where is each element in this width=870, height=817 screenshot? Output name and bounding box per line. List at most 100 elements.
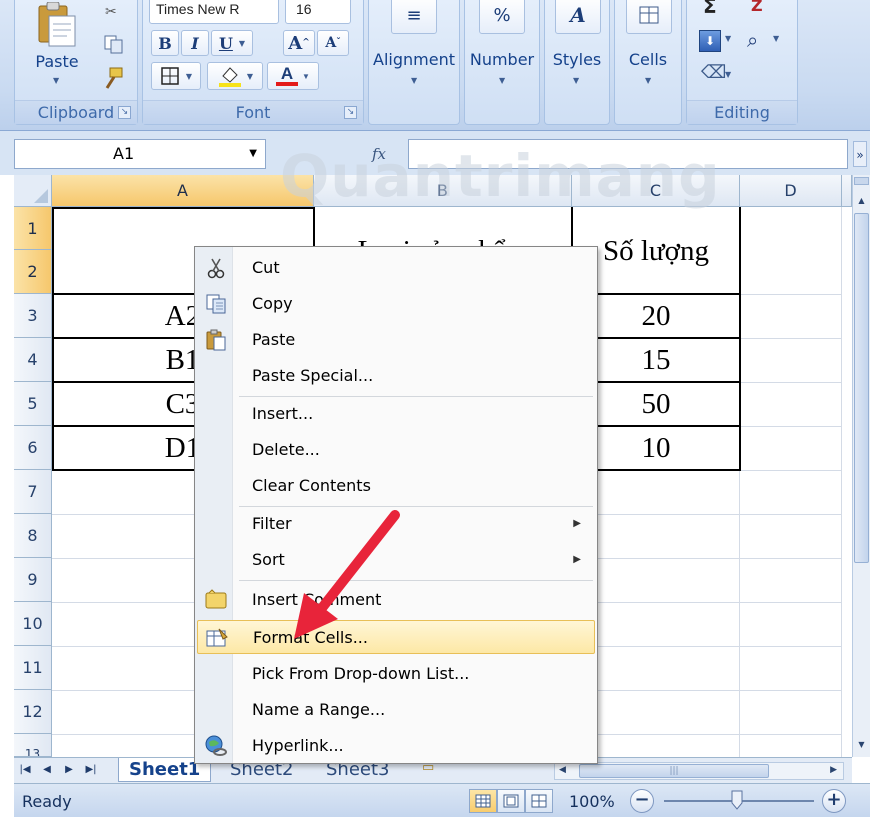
menu-item-clear-contents[interactable]: Clear Contents: [197, 469, 595, 503]
vertical-scroll-thumb[interactable]: [854, 213, 869, 563]
menu-separator: [239, 580, 593, 581]
find-dropdown-icon[interactable]: ▼: [773, 34, 779, 43]
scroll-down-icon[interactable]: ▼: [854, 737, 869, 753]
row-header-1[interactable]: 1: [14, 207, 52, 250]
column-header-b[interactable]: B: [314, 175, 572, 207]
select-all-corner[interactable]: [14, 175, 52, 207]
row-header-6[interactable]: 6: [14, 426, 52, 470]
last-sheet-icon[interactable]: ▶|: [82, 761, 100, 779]
page-break-view-button[interactable]: [525, 789, 553, 813]
fill-color-button[interactable]: ▼: [207, 62, 263, 90]
menu-item-name-a-range[interactable]: Name a Range...: [197, 693, 595, 727]
font-dialog-launcher[interactable]: ↘: [344, 106, 357, 119]
first-sheet-icon[interactable]: |◀: [16, 761, 34, 779]
scroll-right-icon[interactable]: ▶: [830, 765, 837, 775]
clear-dropdown-icon[interactable]: ▼: [725, 70, 731, 79]
row-header-10[interactable]: 10: [14, 602, 52, 646]
alignment-group[interactable]: ≡ Alignment ▼: [368, 0, 460, 125]
row-header-7[interactable]: 7: [14, 470, 52, 514]
row-header-2[interactable]: 2: [14, 250, 52, 294]
cells-group[interactable]: Cells ▼: [614, 0, 682, 125]
expand-formula-bar-icon[interactable]: »: [853, 141, 867, 167]
font-group-label: Font: [143, 100, 363, 124]
name-box[interactable]: A1 ▼: [14, 139, 266, 169]
scroll-left-icon[interactable]: ◀: [559, 765, 566, 775]
prev-sheet-icon[interactable]: ◀: [38, 761, 56, 779]
zoom-level[interactable]: 100%: [569, 792, 615, 811]
number-group[interactable]: % Number ▼: [464, 0, 540, 125]
copy-small-icon[interactable]: [103, 34, 125, 54]
menu-item-label: Clear Contents: [252, 476, 371, 495]
zoom-slider-thumb[interactable]: [731, 790, 743, 810]
row-header-9[interactable]: 9: [14, 558, 52, 602]
page-layout-view-button[interactable]: [497, 789, 525, 813]
menu-item-copy[interactable]: Copy: [197, 287, 595, 321]
row-header-3[interactable]: 3: [14, 294, 52, 338]
comment-icon: [203, 588, 229, 612]
menu-item-sort[interactable]: Sort ▶: [197, 543, 595, 577]
find-select-icon[interactable]: ⌕: [747, 28, 758, 52]
normal-view-button[interactable]: [469, 789, 497, 813]
fill-dropdown-icon: ▼: [246, 71, 254, 81]
clear-icon[interactable]: ⌫: [701, 62, 726, 83]
scroll-up-icon[interactable]: ▲: [854, 193, 869, 209]
status-bar: Ready 100% − +: [14, 783, 870, 817]
column-header-c[interactable]: C: [572, 175, 740, 207]
fill-dropdown-icon-editing[interactable]: ▼: [725, 34, 731, 43]
shrink-font-button[interactable]: Aˇ: [317, 30, 349, 56]
font-color-glyph: A: [280, 64, 294, 83]
font-color-button[interactable]: A ▼: [267, 62, 319, 90]
menu-item-hyperlink[interactable]: Hyperlink...: [197, 729, 595, 763]
row-header-11[interactable]: 11: [14, 646, 52, 690]
zoom-minus-label: −: [634, 789, 650, 810]
italic-button[interactable]: I: [181, 30, 209, 56]
formula-input[interactable]: [408, 139, 848, 169]
row-header-4[interactable]: 4: [14, 338, 52, 382]
sort-filter-icon[interactable]: Z: [751, 0, 763, 15]
row-header-8[interactable]: 8: [14, 514, 52, 558]
cells-grid-icon: [639, 6, 659, 24]
styles-group[interactable]: A Styles ▼: [544, 0, 610, 125]
vertical-scrollbar[interactable]: ▲ ▼: [852, 175, 870, 757]
split-box-icon[interactable]: [854, 177, 869, 185]
grow-font-button[interactable]: A ^: [283, 30, 315, 56]
view-buttons: [469, 789, 553, 813]
zoom-out-button[interactable]: −: [630, 789, 654, 813]
autosum-icon[interactable]: Σ: [703, 0, 717, 18]
underline-button[interactable]: U ▼: [211, 30, 253, 56]
menu-item-paste[interactable]: Paste: [197, 323, 595, 357]
menu-item-insert-comment[interactable]: Insert Comment: [197, 583, 595, 617]
menu-item-filter[interactable]: Filter ▶: [197, 507, 595, 541]
column-header-a[interactable]: A: [52, 175, 314, 207]
horizontal-scroll-thumb[interactable]: |||: [579, 764, 769, 778]
fill-icon[interactable]: ⬇: [699, 30, 721, 52]
menu-item-format-cells[interactable]: Format Cells...: [197, 620, 595, 654]
zoom-in-button[interactable]: +: [822, 789, 846, 813]
next-sheet-icon[interactable]: ▶: [60, 761, 78, 779]
cut-small-icon[interactable]: ✂: [105, 4, 125, 22]
row-header-13[interactable]: 13: [14, 734, 52, 757]
cells-dropdown-icon: ▼: [645, 76, 652, 85]
font-size-select[interactable]: 16: [285, 0, 351, 24]
menu-item-pick-from-list[interactable]: Pick From Drop-down List...: [197, 657, 595, 691]
menu-item-insert[interactable]: Insert...: [197, 397, 595, 431]
menu-item-delete[interactable]: Delete...: [197, 433, 595, 467]
clipboard-dialog-launcher[interactable]: ↘: [118, 106, 131, 119]
menu-item-label: Paste: [252, 330, 296, 349]
paste-button[interactable]: Paste ▼: [23, 0, 91, 100]
format-painter-icon[interactable]: [101, 66, 125, 90]
bold-button[interactable]: B: [151, 30, 179, 56]
borders-button[interactable]: ▼: [151, 62, 201, 90]
paste-icon: [38, 2, 76, 47]
horizontal-scrollbar[interactable]: ◀ ||| ▶: [554, 762, 844, 780]
paste-dropdown-icon[interactable]: ▼: [53, 76, 59, 85]
row-header-5[interactable]: 5: [14, 382, 52, 426]
font-name-select[interactable]: Times New R: [149, 0, 279, 24]
underline-dropdown-icon: ▼: [238, 38, 246, 48]
name-box-dropdown-icon[interactable]: ▼: [249, 140, 257, 168]
menu-item-cut[interactable]: Cut: [197, 251, 595, 285]
column-header-d[interactable]: D: [740, 175, 842, 207]
insert-function-button[interactable]: fx: [350, 141, 408, 167]
row-header-12[interactable]: 12: [14, 690, 52, 734]
menu-item-paste-special[interactable]: Paste Special...: [197, 359, 595, 393]
